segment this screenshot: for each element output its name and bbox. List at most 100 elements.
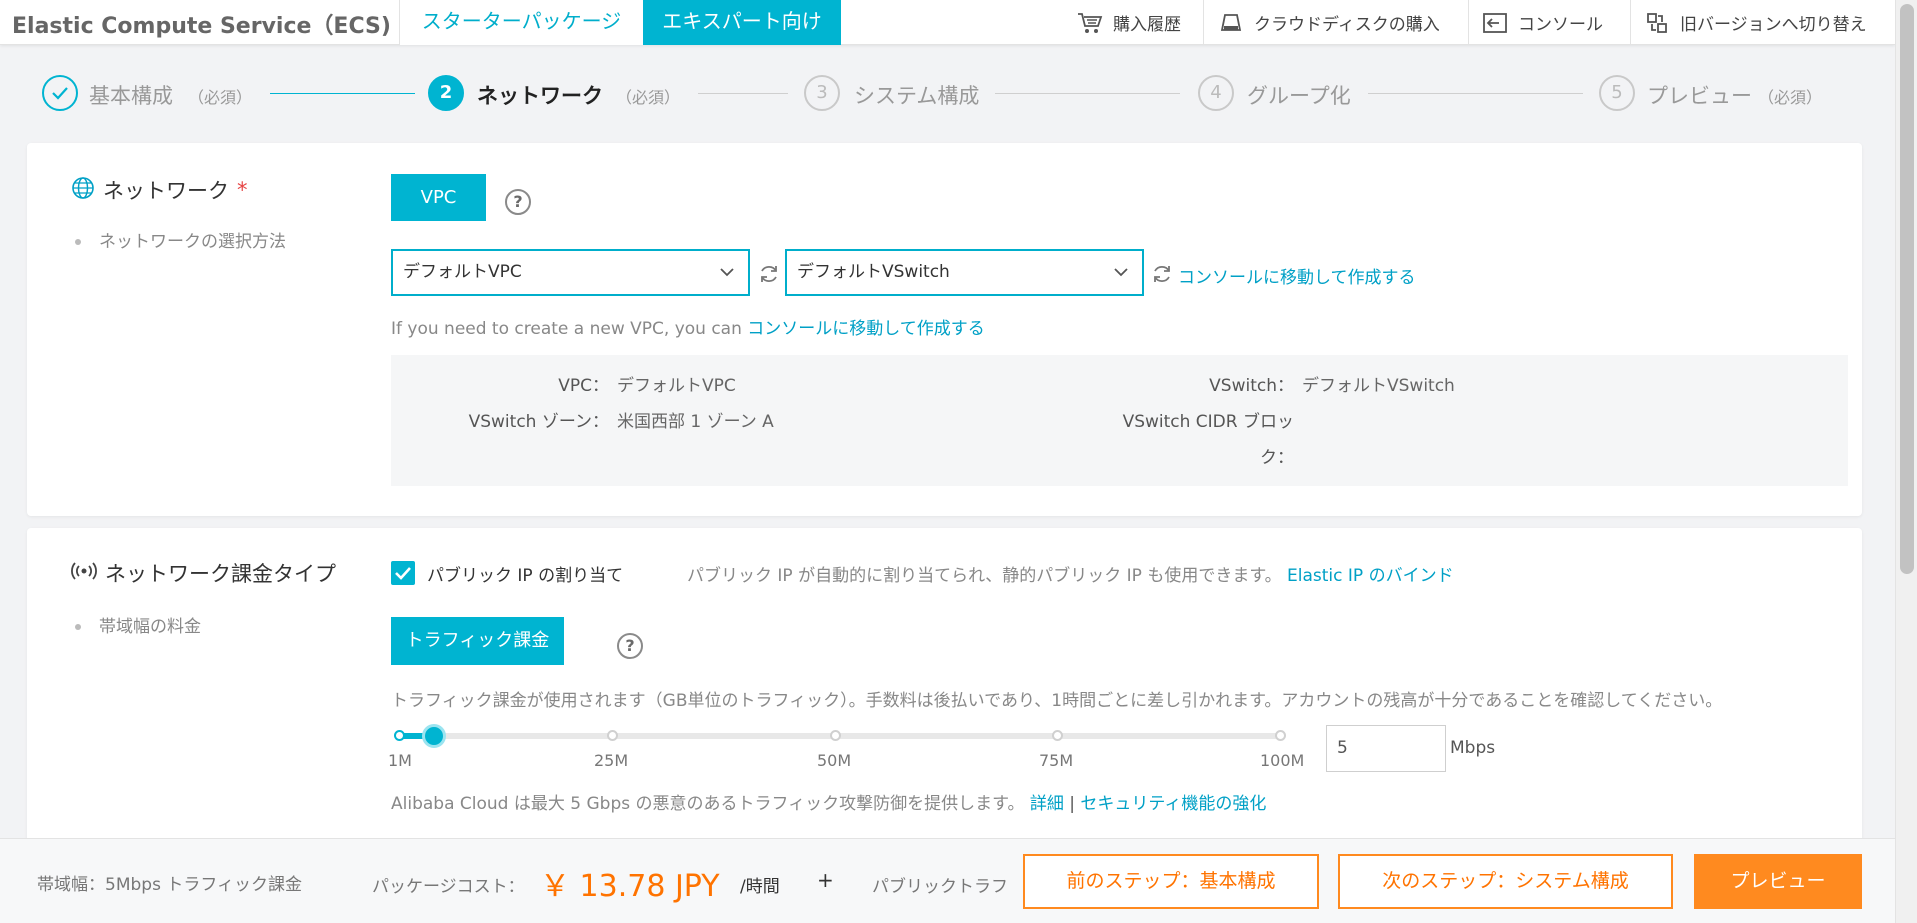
billing-card: ネットワーク課金タイプ 帯域幅の料金 パブリック IP の割り当て パブリック … [27,528,1862,858]
vpc-hint: If you need to create a new VPC, you can… [391,319,985,339]
disk-icon [1218,10,1244,36]
nav-switch-version[interactable]: 旧バージョンへ切り替え [1632,0,1879,45]
vpc-select-value: デフォルトVPC [403,262,522,282]
public-ip-label[interactable]: パブリック IP の割り当て [427,561,623,586]
divider [1203,0,1204,45]
step-4-number: 4 [1198,75,1234,111]
slider-tick [1275,730,1286,741]
security-enhance-link[interactable]: セキュリティ機能の強化 [1080,794,1266,814]
vswitch-info-value: デフォルトVSwitch [1302,376,1455,396]
refresh-icon[interactable] [758,263,780,285]
vswitch-select-value: デフォルトVSwitch [797,262,950,282]
switch-icon [1644,10,1670,36]
public-ip-checkbox[interactable] [391,561,415,585]
refresh-icon[interactable] [1151,263,1173,285]
traffic-billing-button[interactable]: トラフィック課金 [391,617,564,665]
cidr-info-label: VSwitch CIDR ブロッ [1122,412,1294,432]
nav-label: コンソール [1518,15,1603,35]
check-icon [395,567,411,580]
defense-text: Alibaba Cloud は最大 5 Gbps の悪意のあるトラフィック攻撃防… [391,794,1267,814]
nav-purchase-history[interactable]: 購入履歴 [1065,0,1193,45]
network-section-title: ネットワーク * [71,175,248,205]
tick-label: 50M [817,751,852,770]
help-icon[interactable]: ? [505,189,531,215]
help-icon[interactable]: ? [617,633,643,659]
slider-tick [607,730,618,741]
chevron-down-icon [720,268,734,277]
vpc-select[interactable]: デフォルトVPC [391,249,750,296]
step-indicator: 基本構成 （必須） 2 ネットワーク （必須） 3 システム構成 4 グループ化… [0,45,1895,140]
step-3-number: 3 [804,75,840,111]
bandwidth-input[interactable]: 5 [1326,725,1446,772]
slider-handle[interactable] [422,724,447,748]
slider-tick [394,730,405,741]
cidr-info-label-cont: ク： [1260,448,1294,468]
step-5-label[interactable]: プレビュー [1647,80,1752,110]
divider [1630,0,1631,45]
preview-button[interactable]: プレビュー [1694,854,1862,909]
bandwidth-slider[interactable] [399,733,1283,739]
step-1-required: （必須） [188,88,253,107]
step-2-number: 2 [428,75,464,111]
tab-expert[interactable]: エキスパート向け [643,0,841,45]
price-value: ￥ 13.78 JPY [540,869,720,904]
detail-link[interactable]: 詳細 [1030,794,1064,814]
step-connector [270,93,415,94]
vpc-button[interactable]: VPC [391,174,486,221]
top-bar: Elastic Compute Service（ECS) スターターパッケージ … [0,0,1895,45]
step-connector [698,93,788,94]
step-connector [995,93,1180,94]
step-1-check-icon [42,75,78,111]
console-icon [1482,10,1508,36]
step-3-label[interactable]: システム構成 [854,80,979,110]
step-2-required: （必須） [616,88,681,107]
public-traffic-label: パブリックトラフ [872,877,1008,897]
signal-icon [71,560,97,587]
network-info-panel: VPC： デフォルトVPC VSwitch： デフォルトVSwitch VSwi… [391,355,1848,486]
cart-icon [1077,10,1103,36]
vswitch-info-label: VSwitch： [1209,376,1294,396]
prev-step-button[interactable]: 前のステップ：基本構成 [1023,854,1319,909]
package-cost-label: パッケージコスト： [372,877,525,897]
step-2-label: ネットワーク [477,84,603,108]
scrollbar[interactable] [1895,0,1917,923]
divider [1468,0,1469,45]
create-in-console-link[interactable]: コンソールに移動して作成する [1178,263,1416,288]
bandwidth-unit: Mbps [1450,738,1496,758]
nav-label: 旧バージョンへ切り替え [1680,15,1867,35]
network-card: ネットワーク * ネットワークの選択方法 VPC ? デフォルトVPC デフォル… [27,143,1862,516]
link-separator: | [1069,794,1076,814]
step-4-label[interactable]: グループ化 [1247,80,1351,110]
vpc-info-label: VPC： [558,376,609,396]
eip-bind-link[interactable]: Elastic IP のバインド [1287,566,1454,586]
nav-console[interactable]: コンソール [1470,0,1615,45]
nav-label: クラウドディスクの購入 [1254,15,1440,35]
billing-section-title: ネットワーク課金タイプ [71,558,336,588]
tab-starter-package[interactable]: スターターパッケージ [400,0,643,45]
billing-subtitle: 帯域幅の料金 [75,612,201,637]
nav-buy-cloud-disk[interactable]: クラウドディスクの購入 [1206,0,1452,45]
zone-info-label: VSwitch ゾーン： [468,412,609,432]
required-mark: * [237,178,248,202]
zone-info-value: 米国西部 1 ゾーン A [617,412,774,432]
step-1-label[interactable]: 基本構成 [89,80,173,110]
hint-console-link[interactable]: コンソールに移動して作成する [747,319,985,339]
slider-tick [1052,730,1063,741]
public-ip-description: パブリック IP が自動的に割り当てられ、静的パブリック IP も使用できます。… [687,566,1454,586]
step-connector [1368,93,1583,94]
footer-bar: 帯域幅：5Mbps トラフィック課金 パッケージコスト： ￥ 13.78 JPY… [0,838,1895,923]
tick-label: 25M [594,751,629,770]
billing-title-text: ネットワーク課金タイプ [105,562,336,586]
tick-label: 100M [1260,751,1305,770]
network-subtitle: ネットワークの選択方法 [75,227,286,252]
traffic-description: トラフィック課金が使用されます（GB単位のトラフィック）。手数料は後払いであり、… [391,691,1723,711]
step-5-number: 5 [1599,75,1635,111]
scrollbar-thumb[interactable] [1900,4,1914,574]
step-5-required: （必須） [1758,88,1823,107]
slider-tick [830,730,841,741]
plus-sign: + [817,868,834,892]
next-step-button[interactable]: 次のステップ：システム構成 [1338,854,1673,909]
vswitch-select[interactable]: デフォルトVSwitch [785,249,1144,296]
chevron-down-icon [1114,268,1128,277]
globe-icon [71,176,95,205]
